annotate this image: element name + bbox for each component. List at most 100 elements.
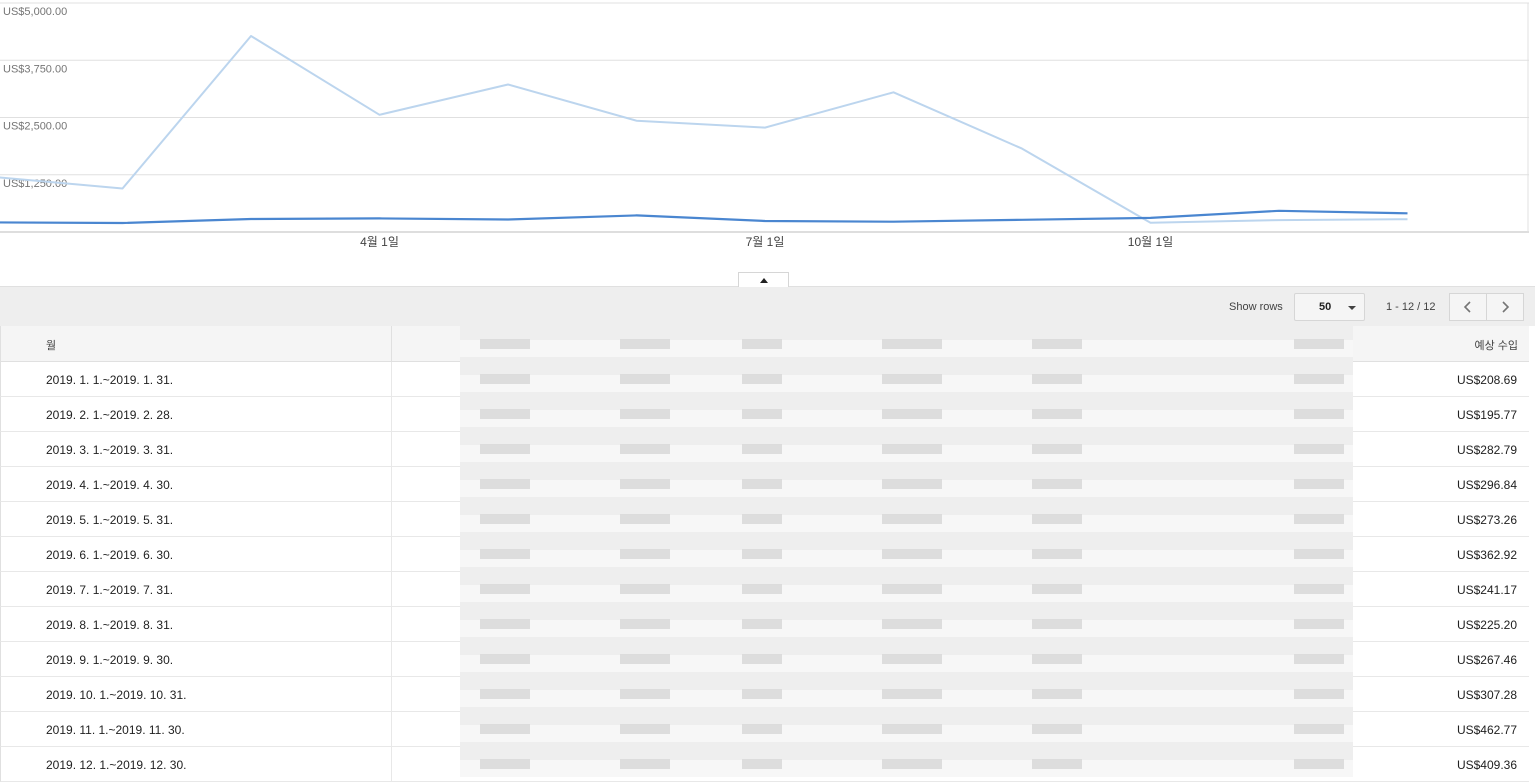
revenue-cell: US$273.26	[1456, 513, 1517, 527]
revenue-cell: US$225.20	[1456, 618, 1517, 632]
redacted-block	[1294, 724, 1344, 734]
column-divider	[391, 362, 392, 397]
redacted-block	[882, 514, 942, 524]
redacted-block	[742, 339, 782, 349]
redacted-block	[882, 409, 942, 419]
column-header-month[interactable]: 월	[46, 337, 56, 353]
x-tick-label: 7월 1일	[746, 235, 785, 249]
redacted-block	[1032, 584, 1082, 594]
redacted-block	[1294, 549, 1344, 559]
revenue-chart: US$5,000.00 US$3,750.00 US$2,500.00 US$1,25…	[0, 0, 1535, 270]
month-cell: 2019. 8. 1.~2019. 8. 31.	[46, 618, 174, 632]
redacted-block	[1032, 689, 1082, 699]
redacted-block	[882, 724, 942, 734]
redacted-block	[1032, 444, 1082, 454]
revenue-cell: US$241.17	[1456, 583, 1517, 597]
redacted-block	[882, 584, 942, 594]
month-cell: 2019. 9. 1.~2019. 9. 30.	[46, 653, 174, 667]
rows-per-page-value: 50	[1319, 301, 1332, 313]
caret-up-icon	[759, 277, 768, 283]
redacted-block	[480, 689, 530, 699]
x-tick-label: 10월 1일	[1128, 235, 1173, 249]
month-cell: 2019. 12. 1.~2019. 12. 30.	[46, 758, 187, 772]
column-divider	[391, 572, 392, 607]
chart-svg: US$5,000.00US$3,750.00US$2,500.00US$1,25…	[0, 2, 1529, 249]
revenue-cell: US$195.77	[1456, 408, 1517, 422]
redacted-block	[882, 444, 942, 454]
redacted-block	[882, 549, 942, 559]
redacted-block	[742, 689, 782, 699]
redacted-block	[480, 339, 530, 349]
column-divider	[391, 712, 392, 747]
redacted-block	[480, 374, 530, 384]
redacted-block	[620, 689, 670, 699]
chevron-left-icon	[1463, 301, 1471, 313]
redacted-block	[1294, 409, 1344, 419]
redacted-block	[1032, 549, 1082, 559]
redacted-block	[1032, 759, 1082, 769]
redacted-block	[480, 654, 530, 664]
collapse-chart-button[interactable]	[738, 272, 789, 287]
previous-page-button[interactable]	[1449, 293, 1487, 321]
redacted-block	[480, 619, 530, 629]
column-divider	[391, 607, 392, 642]
redacted-block	[620, 374, 670, 384]
redacted-block	[742, 654, 782, 664]
y-tick-label: US$2,500.00	[3, 121, 67, 133]
redacted-block	[1294, 654, 1344, 664]
redacted-block	[1032, 619, 1082, 629]
redacted-block	[620, 619, 670, 629]
column-divider	[391, 677, 392, 712]
redacted-block	[742, 479, 782, 489]
redacted-block	[620, 444, 670, 454]
redacted-block	[882, 654, 942, 664]
x-tick-label: 4월 1일	[360, 235, 399, 249]
redacted-block	[480, 724, 530, 734]
redacted-block	[480, 444, 530, 454]
table-toolbar: Show rows 50 1 - 12 / 12	[0, 286, 1535, 326]
redacted-block	[742, 724, 782, 734]
rows-per-page-select[interactable]: 50	[1294, 293, 1365, 321]
redacted-block	[620, 584, 670, 594]
redacted-block	[742, 374, 782, 384]
redacted-block	[882, 339, 942, 349]
redacted-block	[1032, 514, 1082, 524]
redacted-block	[1294, 444, 1344, 454]
column-header-estimated-revenue[interactable]: 예상 수입	[1474, 337, 1518, 353]
chevron-right-icon	[1502, 301, 1510, 313]
month-cell: 2019. 3. 1.~2019. 3. 31.	[46, 443, 174, 457]
redacted-block	[1032, 724, 1082, 734]
redacted-block	[620, 479, 670, 489]
redacted-block	[742, 514, 782, 524]
redacted-block	[480, 759, 530, 769]
show-rows-label: Show rows	[1229, 301, 1283, 313]
next-page-button[interactable]	[1486, 293, 1524, 321]
series-line-1	[0, 35, 1408, 224]
revenue-cell: US$307.28	[1456, 688, 1517, 702]
month-cell: 2019. 7. 1.~2019. 7. 31.	[46, 583, 174, 597]
redacted-block	[882, 619, 942, 629]
redacted-block	[1032, 479, 1082, 489]
redacted-block	[620, 409, 670, 419]
revenue-cell: US$409.36	[1456, 758, 1517, 772]
revenue-cell: US$362.92	[1456, 548, 1517, 562]
column-divider	[391, 537, 392, 572]
redacted-block	[620, 759, 670, 769]
redacted-block	[620, 724, 670, 734]
dropdown-arrow-icon	[1348, 306, 1356, 310]
redacted-block	[1294, 584, 1344, 594]
redacted-block	[1032, 374, 1082, 384]
redacted-block	[1032, 654, 1082, 664]
redacted-block	[620, 549, 670, 559]
redacted-block	[882, 374, 942, 384]
y-tick-label: US$5,000.00	[3, 6, 67, 18]
redacted-block	[480, 479, 530, 489]
redacted-block	[1294, 339, 1344, 349]
redacted-block	[480, 409, 530, 419]
redacted-block	[1294, 479, 1344, 489]
redacted-block	[1294, 514, 1344, 524]
redacted-block	[742, 759, 782, 769]
revenue-cell: US$296.84	[1456, 478, 1517, 492]
column-divider	[391, 397, 392, 432]
redacted-block	[742, 584, 782, 594]
